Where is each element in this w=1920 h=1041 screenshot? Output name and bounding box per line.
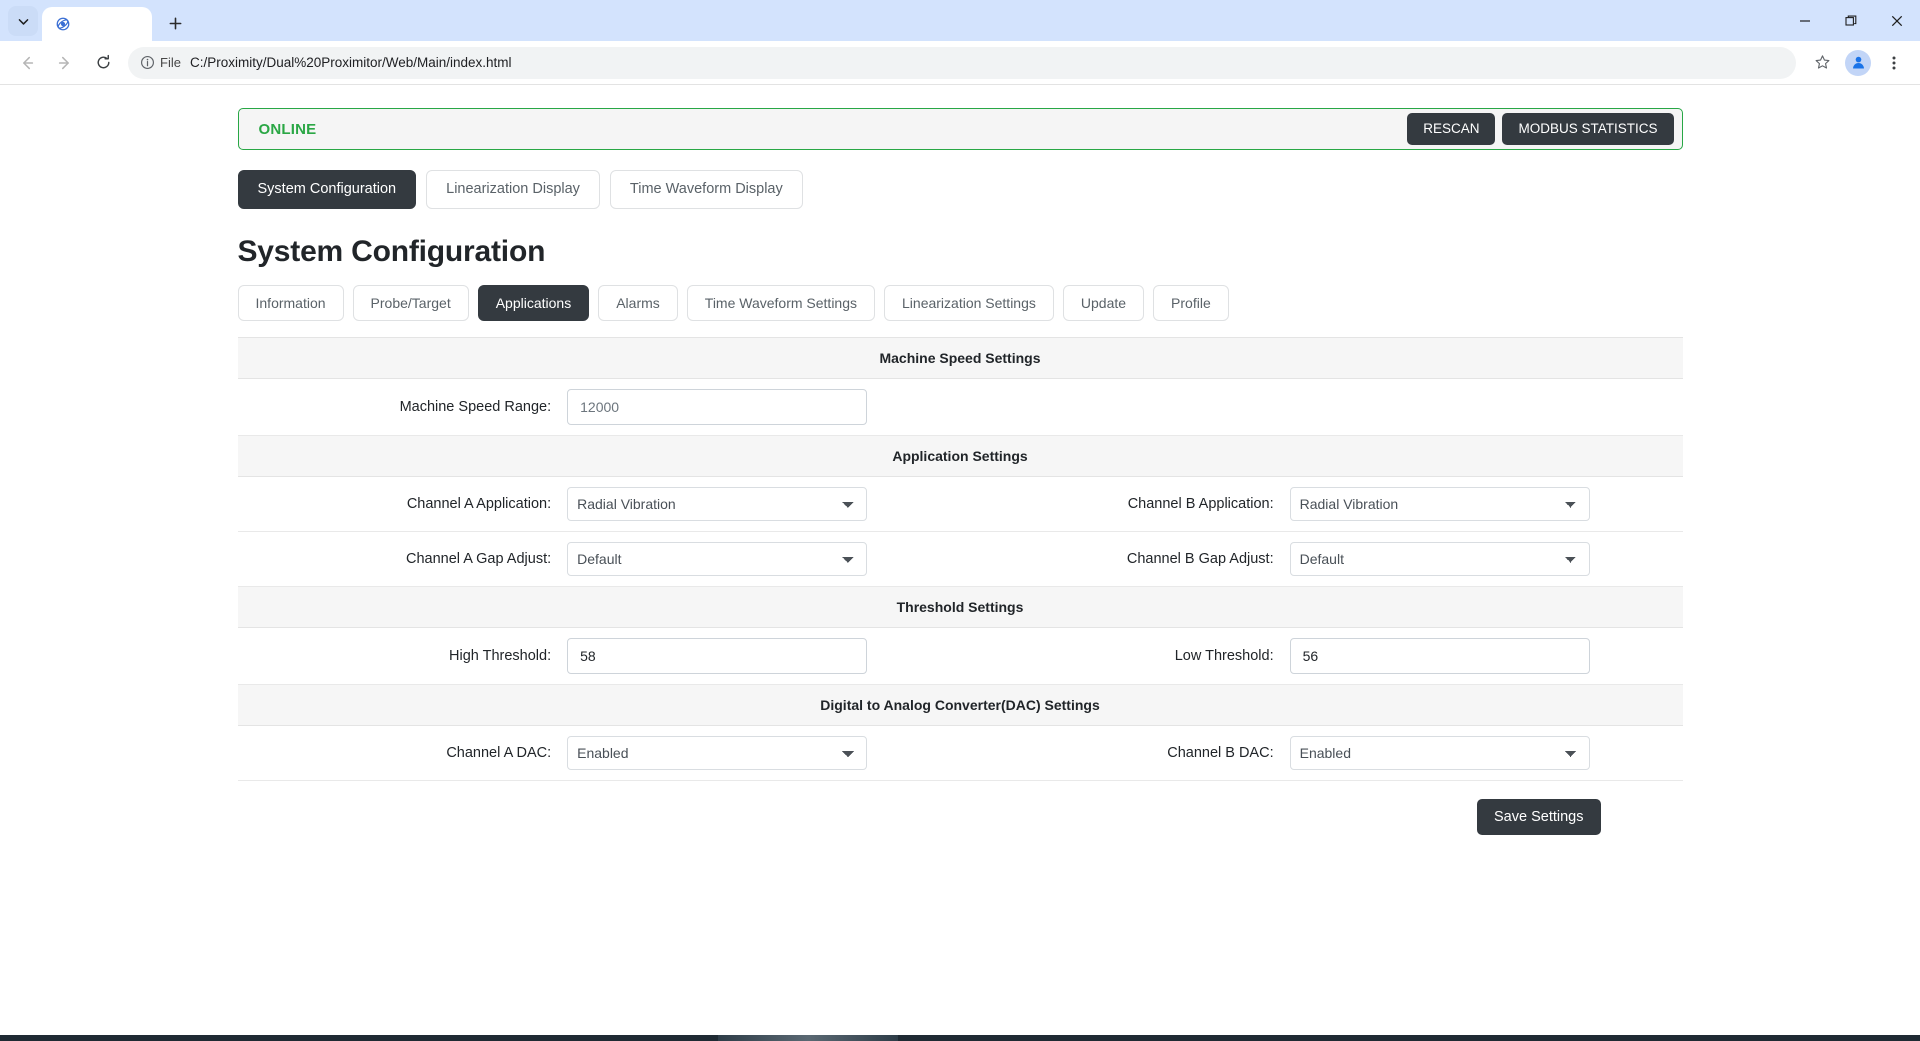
settings-form: Machine Speed Settings Machine Speed Ran…: [237, 336, 1683, 781]
low-threshold-input[interactable]: [1289, 637, 1590, 674]
connection-status-bar: ONLINE RESCAN MODBUS STATISTICS: [237, 108, 1683, 150]
profile-button[interactable]: [1845, 49, 1871, 76]
field-empty-right-1: [1289, 378, 1683, 436]
profile-avatar-icon: [1852, 56, 1864, 69]
channel-b-gap-adjust-select[interactable]: Default: [1289, 541, 1590, 576]
subtab-alarms[interactable]: Alarms: [598, 284, 678, 321]
save-settings-button[interactable]: Save Settings: [1477, 798, 1601, 836]
label-channel-b-gap-adjust: Channel B Gap Adjust:: [959, 531, 1290, 587]
address-bar[interactable]: File C:/Proximity/Dual%20Proximitor/Web/…: [128, 46, 1796, 79]
label-empty-right-1: [959, 378, 1290, 436]
browser-menu-button[interactable]: [1879, 48, 1909, 78]
status-action-group: RESCAN MODBUS STATISTICS: [1407, 113, 1674, 145]
label-channel-a-gap-adjust: Channel A Gap Adjust:: [237, 531, 568, 587]
label-channel-b-application: Channel B Application:: [959, 476, 1290, 532]
forward-button[interactable]: [49, 47, 81, 79]
section-header-application: Application Settings: [237, 434, 1683, 477]
star-icon: [1815, 55, 1829, 69]
reload-icon: [97, 54, 109, 69]
status-badge: ONLINE: [258, 120, 317, 138]
taskbar-highlight: [718, 1035, 898, 1041]
channel-a-application-select[interactable]: Radial Vibration: [567, 486, 868, 521]
new-tab-button[interactable]: [160, 8, 190, 38]
subtab-probe-target[interactable]: Probe/Target: [352, 284, 469, 321]
subtab-profile[interactable]: Profile: [1153, 284, 1229, 321]
os-taskbar-strip: [0, 1035, 1920, 1041]
machine-speed-range-input[interactable]: [567, 388, 868, 425]
back-arrow-icon: [23, 56, 34, 69]
info-circle-icon: [140, 55, 155, 70]
subtab-applications[interactable]: Applications: [477, 284, 590, 321]
section-title-machine-speed: Machine Speed Settings: [237, 336, 1683, 379]
app-page: ONLINE RESCAN MODBUS STATISTICS System C…: [237, 85, 1683, 836]
section-title-application: Application Settings: [237, 434, 1683, 477]
row-thresholds: High Threshold: Low Threshold:: [237, 627, 1683, 685]
label-channel-a-application: Channel A Application:: [237, 476, 568, 532]
sub-tab-bar: Information Probe/Target Applications Al…: [237, 284, 1683, 321]
browser-window: File C:/Proximity/Dual%20Proximitor/Web/…: [0, 0, 1920, 1041]
page-title: System Configuration: [237, 234, 546, 268]
three-dot-menu-icon: [1892, 56, 1896, 69]
tab-system-configuration[interactable]: System Configuration: [237, 170, 417, 209]
channel-b-dac-select[interactable]: Enabled: [1289, 735, 1590, 770]
url-text: C:/Proximity/Dual%20Proximitor/Web/Main/…: [189, 55, 512, 70]
label-channel-b-dac: Channel B DAC:: [959, 725, 1290, 781]
browser-tab[interactable]: [42, 7, 152, 41]
section-title-threshold: Threshold Settings: [237, 585, 1683, 628]
subtab-update[interactable]: Update: [1062, 284, 1145, 321]
section-header-dac: Digital to Analog Converter(DAC) Setting…: [237, 683, 1683, 726]
save-row: Save Settings: [238, 798, 1683, 836]
tab-linearization-display[interactable]: Linearization Display: [426, 170, 600, 209]
channel-a-gap-adjust-select[interactable]: Default: [567, 541, 868, 576]
main-tab-bar: System Configuration Linearization Displ…: [237, 170, 1683, 209]
bookmark-button[interactable]: [1807, 48, 1837, 78]
minimize-button[interactable]: [1782, 0, 1828, 41]
row-channel-gap-adjust: Channel A Gap Adjust: Default Channel B …: [237, 531, 1683, 587]
close-button[interactable]: [1874, 0, 1920, 41]
label-channel-a-dac: Channel A DAC:: [237, 725, 568, 781]
row-channel-application: Channel A Application: Radial Vibration …: [237, 476, 1683, 532]
row-dac: Channel A DAC: Enabled Channel B DAC: En…: [237, 725, 1683, 781]
reload-button[interactable]: [87, 47, 119, 79]
subtab-information[interactable]: Information: [237, 284, 344, 321]
row-machine-speed-range: Machine Speed Range:: [237, 378, 1683, 436]
channel-a-dac-select[interactable]: Enabled: [567, 735, 868, 770]
window-controls: [1782, 0, 1920, 41]
globe-icon: [54, 15, 72, 33]
tab-time-waveform-display[interactable]: Time Waveform Display: [609, 170, 803, 209]
section-header-machine-speed: Machine Speed Settings: [237, 336, 1683, 379]
maximize-icon: [1845, 15, 1857, 26]
close-icon: [1891, 15, 1903, 26]
label-low-threshold: Low Threshold:: [959, 627, 1290, 685]
tab-search-button[interactable]: [8, 6, 38, 36]
tab-strip: [0, 0, 1920, 41]
section-header-threshold: Threshold Settings: [237, 585, 1683, 628]
label-high-threshold: High Threshold:: [237, 627, 568, 685]
channel-b-application-select[interactable]: Radial Vibration: [1289, 486, 1590, 521]
minimize-icon: [1800, 19, 1810, 22]
chevron-down-icon: [18, 18, 28, 25]
page-viewport: ONLINE RESCAN MODBUS STATISTICS System C…: [0, 85, 1920, 1041]
high-threshold-input[interactable]: [567, 637, 868, 674]
rescan-button[interactable]: RESCAN: [1407, 113, 1496, 145]
plus-icon: [169, 17, 181, 29]
toolbar-right-actions: [1804, 48, 1912, 78]
subtab-time-waveform-settings[interactable]: Time Waveform Settings: [686, 284, 876, 321]
section-title-dac: Digital to Analog Converter(DAC) Setting…: [237, 683, 1683, 726]
maximize-button[interactable]: [1828, 0, 1874, 41]
subtab-linearization-settings[interactable]: Linearization Settings: [884, 284, 1054, 321]
label-machine-speed-range: Machine Speed Range:: [237, 378, 568, 436]
url-scheme-label: File: [160, 55, 181, 70]
back-button[interactable]: [11, 47, 43, 79]
forward-arrow-icon: [58, 56, 69, 69]
browser-toolbar: File C:/Proximity/Dual%20Proximitor/Web/…: [0, 41, 1920, 85]
modbus-statistics-button[interactable]: MODBUS STATISTICS: [1502, 113, 1674, 145]
